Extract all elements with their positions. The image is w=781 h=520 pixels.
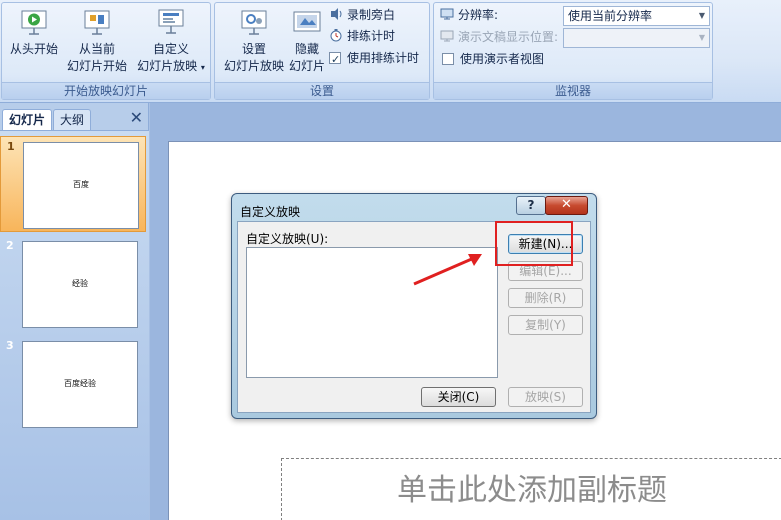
- slideshow-play-icon: [19, 7, 49, 37]
- group-label-start: 开始放映幻灯片: [2, 82, 210, 99]
- record-narration-button[interactable]: 录制旁白: [329, 5, 395, 25]
- custom-slideshow-icon: [156, 7, 186, 37]
- show-button[interactable]: 放映(S): [508, 387, 583, 407]
- show-on-label-row: 演示文稿显示位置:: [440, 27, 558, 47]
- slide-number: 2: [6, 239, 14, 252]
- setup-slideshow-icon: [239, 7, 269, 37]
- group-label-setup: 设置: [215, 82, 429, 99]
- ribbon: 从头开始 从当前 幻灯片开始 自定义 幻灯片放映 ▾ 开始放映幻灯片 设置 幻灯…: [0, 0, 781, 103]
- use-rehearsed-timings-checkbox[interactable]: 使用排练计时: [329, 48, 420, 70]
- tab-slides[interactable]: 幻灯片: [2, 109, 53, 130]
- close-icon[interactable]: ✕: [545, 196, 588, 215]
- dialog-title: 自定义放映: [240, 205, 301, 219]
- chevron-down-icon: ▼: [698, 33, 705, 42]
- subtitle-placeholder-text: 单击此处添加副标题: [397, 473, 667, 508]
- tab-outline[interactable]: 大纲: [53, 109, 92, 130]
- presenter-view-label: 使用演示者视图: [460, 52, 545, 66]
- annotation-arrow-icon: [413, 254, 482, 286]
- presenter-view-checkbox[interactable]: 使用演示者视图: [442, 49, 544, 69]
- rehearse-timings-label: 排练计时: [347, 29, 396, 43]
- hide-slide-button[interactable]: 隐藏 幻灯片: [287, 7, 327, 75]
- resolution-label: 分辨率:: [458, 8, 499, 22]
- slide-preview-title: 百度: [73, 180, 89, 189]
- setup-slideshow-button[interactable]: 设置 幻灯片放映: [219, 7, 289, 75]
- copy-button[interactable]: 复制(Y): [508, 315, 583, 335]
- setup-label-1: 设置: [241, 42, 266, 56]
- checkbox-checked[interactable]: [329, 50, 341, 70]
- help-icon[interactable]: ?: [516, 196, 546, 215]
- slide-preview: 百度: [23, 142, 139, 229]
- chevron-down-icon: ▾: [200, 63, 205, 72]
- slide-thumbnails: 1 百度 2 经验 3 百度经验: [0, 130, 149, 520]
- checkbox-unchecked[interactable]: [442, 53, 454, 65]
- timer-icon: [329, 28, 343, 42]
- slide-preview: 经验: [22, 241, 138, 328]
- group-monitors: 分辨率: 使用当前分辨率 ▼ 演示文稿显示位置: ▼ 使用演示者视图 监视器: [433, 2, 713, 100]
- slide-preview: 百度经验: [22, 341, 138, 428]
- annotation-highlight-box: [495, 221, 573, 266]
- show-on-dropdown[interactable]: ▼: [563, 28, 710, 48]
- from-current-label-1: 从当前: [78, 42, 115, 56]
- hide-slide-icon: [292, 7, 322, 37]
- hide-label-2: 幻灯片: [288, 59, 325, 73]
- pane-tabs: 幻灯片 大纲 ✕: [0, 106, 149, 130]
- from-current-slide-button[interactable]: 从当前 幻灯片开始: [62, 7, 132, 75]
- hide-label-1: 隐藏: [294, 42, 319, 56]
- slides-pane: 幻灯片 大纲 ✕ 1 百度 2 经验 3 百度经验: [0, 103, 149, 520]
- group-label-monitors: 监视器: [434, 82, 712, 99]
- resolution-dropdown[interactable]: 使用当前分辨率 ▼: [563, 6, 710, 26]
- slideshow-current-icon: [82, 7, 112, 37]
- slide-thumbnail-2[interactable]: 2 经验: [0, 236, 146, 332]
- custom-shows-list-label: 自定义放映(U):: [246, 232, 329, 246]
- from-beginning-label: 从头开始: [9, 42, 58, 56]
- from-current-label-2: 幻灯片开始: [66, 59, 127, 73]
- dialog-title-buttons: ? ✕: [516, 196, 588, 215]
- use-rehearsed-timings-label: 使用排练计时: [347, 51, 420, 65]
- close-button[interactable]: 关闭(C): [421, 387, 496, 407]
- close-icon[interactable]: ✕: [130, 110, 143, 126]
- show-on-label: 演示文稿显示位置:: [458, 30, 559, 44]
- from-beginning-button[interactable]: 从头开始: [6, 7, 62, 58]
- microphone-icon: [329, 7, 343, 21]
- slide-number: 3: [6, 339, 14, 352]
- monitor-icon: [440, 7, 454, 21]
- slide-number: 1: [7, 140, 15, 153]
- resolution-value: 使用当前分辨率: [568, 9, 653, 23]
- group-setup: 设置 幻灯片放映 隐藏 幻灯片 录制旁白 排练计时 使用排练计时 设置: [214, 2, 430, 100]
- subtitle-placeholder[interactable]: 单击此处添加副标题: [281, 458, 781, 520]
- delete-button[interactable]: 删除(R): [508, 288, 583, 308]
- custom-slideshow-button[interactable]: 自定义 幻灯片放映 ▾: [134, 7, 208, 76]
- slide-preview-title: 经验: [72, 279, 88, 288]
- record-narration-label: 录制旁白: [347, 8, 396, 22]
- custom-slideshow-label-1: 自定义: [152, 42, 189, 56]
- slide-thumbnail-1[interactable]: 1 百度: [0, 136, 146, 232]
- slide-preview-title: 百度经验: [64, 379, 96, 388]
- custom-slideshow-label-2: 幻灯片放映 ▾: [137, 59, 205, 73]
- display-icon: [440, 29, 454, 43]
- slide-thumbnail-3[interactable]: 3 百度经验: [0, 336, 146, 432]
- chevron-down-icon: ▼: [698, 11, 705, 20]
- rehearse-timings-button[interactable]: 排练计时: [329, 26, 395, 46]
- setup-label-2: 幻灯片放映: [223, 59, 284, 73]
- group-start-slideshow: 从头开始 从当前 幻灯片开始 自定义 幻灯片放映 ▾ 开始放映幻灯片: [1, 2, 211, 100]
- resolution-label-row: 分辨率:: [440, 5, 498, 25]
